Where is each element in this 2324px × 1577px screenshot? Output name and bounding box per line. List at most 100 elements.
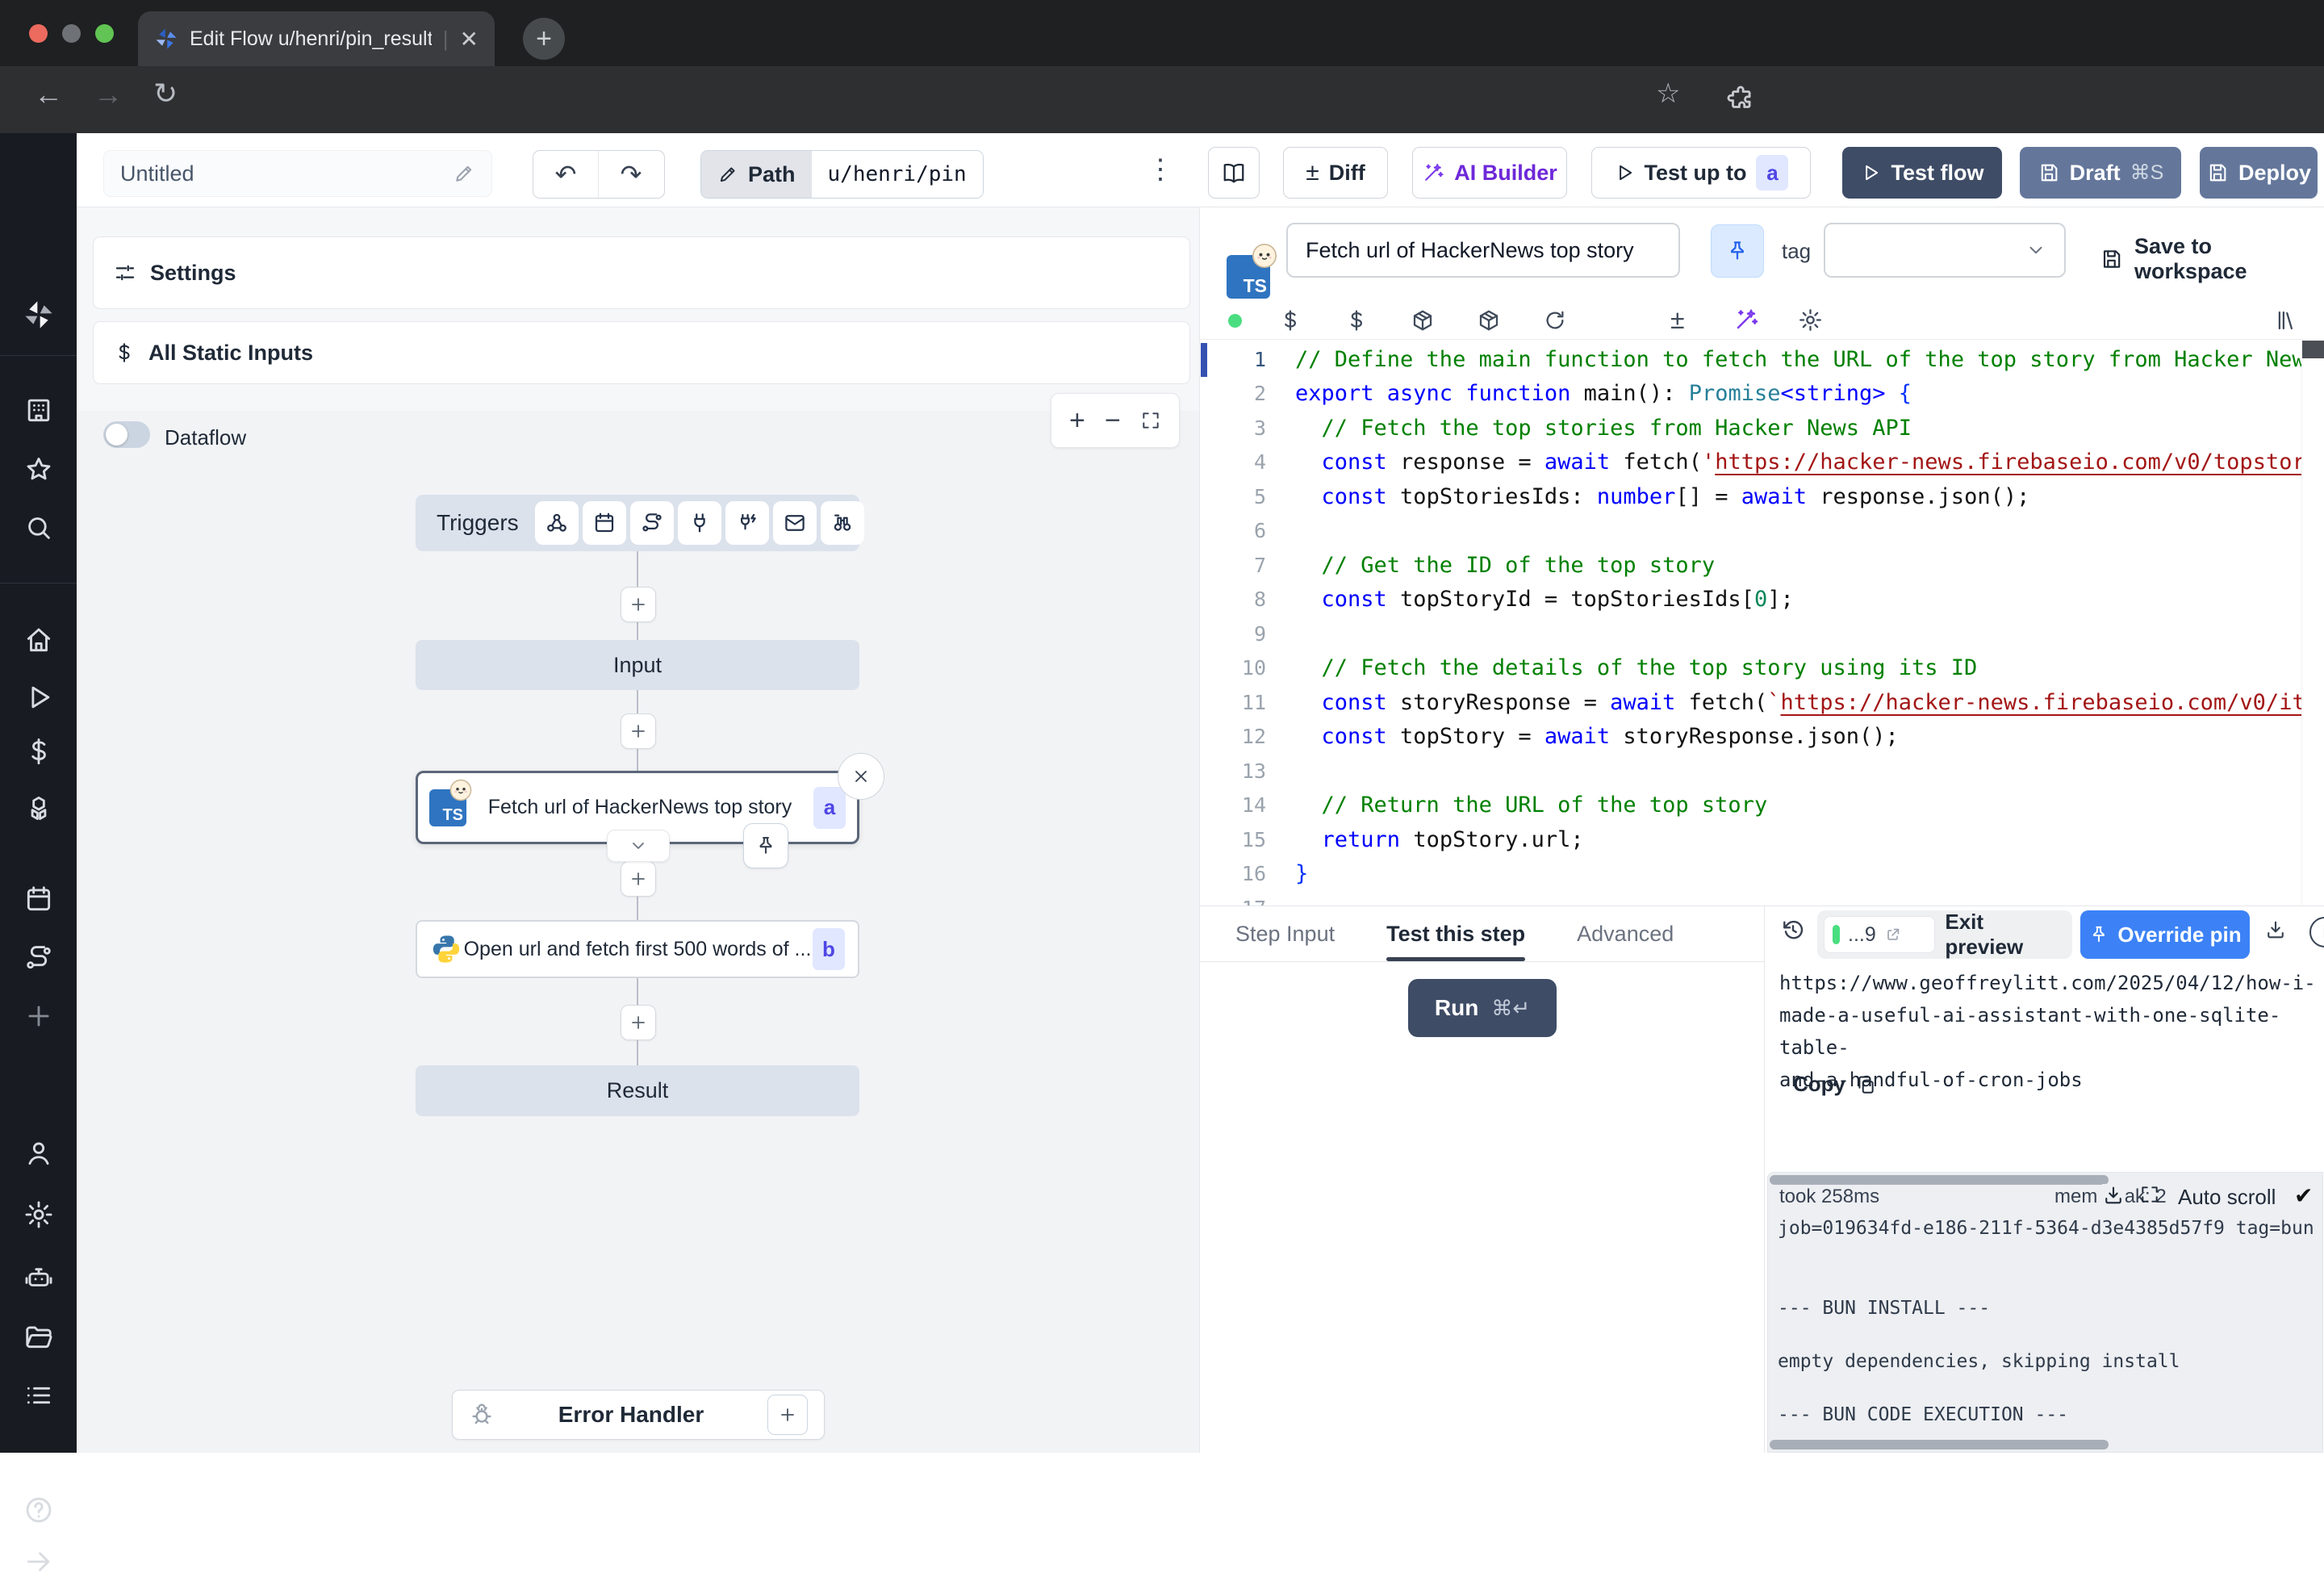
step-title-input[interactable]: Fetch url of HackerNews top story bbox=[1286, 223, 1680, 278]
expand-logs-icon[interactable] bbox=[2139, 1184, 2160, 1205]
add-step-button[interactable] bbox=[621, 587, 656, 622]
add-step-button[interactable] bbox=[621, 861, 656, 897]
schedules-calendar-icon[interactable] bbox=[23, 884, 54, 914]
test-flow-button[interactable]: Test flow bbox=[1842, 147, 2002, 199]
http-route-trigger-button[interactable] bbox=[630, 501, 674, 545]
save-to-workspace-button[interactable]: Save to workspace bbox=[2100, 234, 2324, 284]
search-icon[interactable] bbox=[23, 512, 54, 543]
websocket-trigger-button[interactable] bbox=[678, 501, 721, 545]
poll-trigger-button[interactable] bbox=[821, 501, 864, 545]
expand-sidebar-arrow-icon[interactable] bbox=[23, 1546, 54, 1577]
triggers-bar[interactable]: Triggers bbox=[416, 495, 859, 551]
browser-tab[interactable]: Edit Flow u/henri/pin_results | ✕ bbox=[138, 11, 495, 66]
test-up-to-button[interactable]: Test up to a bbox=[1591, 147, 1811, 199]
add-error-handler-button[interactable] bbox=[767, 1395, 808, 1435]
exit-preview-button[interactable]: Exit preview bbox=[1945, 910, 2066, 960]
zoom-out-icon[interactable]: − bbox=[1105, 405, 1121, 437]
draft-button[interactable]: Draft ⌘S bbox=[2020, 147, 2181, 199]
logs-list-icon[interactable] bbox=[23, 1380, 54, 1411]
ai-robot-icon[interactable] bbox=[23, 1262, 54, 1293]
external-link-icon[interactable] bbox=[1884, 926, 1902, 943]
workspace-building-icon[interactable] bbox=[23, 395, 54, 425]
redo-button[interactable]: ↷ bbox=[599, 151, 663, 198]
fit-view-icon[interactable] bbox=[1140, 410, 1161, 431]
editor-settings-gear-icon[interactable] bbox=[1798, 307, 1823, 333]
all-static-inputs-row[interactable]: All Static Inputs bbox=[93, 321, 1190, 384]
tag-select[interactable] bbox=[1824, 223, 2066, 278]
forward-icon[interactable]: → bbox=[94, 77, 123, 111]
flow-settings-row[interactable]: Settings bbox=[93, 236, 1190, 309]
add-step-button[interactable] bbox=[621, 1005, 656, 1040]
log-scrollbar-horizontal[interactable] bbox=[1770, 1440, 2109, 1449]
package-icon[interactable] bbox=[1411, 308, 1435, 333]
settings-gear-icon[interactable] bbox=[23, 1199, 54, 1230]
back-icon[interactable]: ← bbox=[34, 77, 63, 111]
pin-toggle-button[interactable] bbox=[1711, 224, 1764, 278]
dataflow-toggle[interactable] bbox=[103, 421, 150, 448]
download-icon[interactable] bbox=[2264, 918, 2287, 941]
ai-wand-icon[interactable] bbox=[1733, 307, 1759, 333]
webhook-trigger-button[interactable] bbox=[535, 501, 579, 545]
diff-button[interactable]: ± Diff bbox=[1283, 147, 1388, 199]
reload-icon[interactable]: ↻ bbox=[153, 77, 178, 111]
resources-cubes-icon[interactable] bbox=[23, 794, 54, 825]
new-tab-button[interactable]: + bbox=[523, 18, 565, 60]
zoom-in-icon[interactable]: + bbox=[1069, 405, 1085, 437]
code-editor[interactable]: 1// Define the main function to fetch th… bbox=[1200, 339, 2324, 906]
library-icon[interactable] bbox=[2274, 308, 2298, 333]
schedule-trigger-button[interactable] bbox=[583, 501, 626, 545]
window-close-button[interactable] bbox=[29, 24, 48, 43]
input-node[interactable]: Input bbox=[416, 640, 859, 690]
folders-icon[interactable] bbox=[23, 1321, 54, 1352]
add-step-button[interactable] bbox=[621, 713, 656, 749]
undo-button[interactable]: ↶ bbox=[533, 151, 599, 198]
favorites-star-icon[interactable] bbox=[23, 454, 54, 485]
auto-scroll-check-icon[interactable]: ✔ bbox=[2294, 1182, 2313, 1209]
resources-dollar-icon[interactable] bbox=[1344, 308, 1369, 333]
home-icon[interactable] bbox=[23, 625, 54, 655]
error-handler-node[interactable]: Error Handler bbox=[452, 1390, 825, 1440]
override-pin-button[interactable]: Override pin bbox=[2080, 910, 2250, 959]
users-person-icon[interactable] bbox=[23, 1138, 54, 1169]
copy-result-button[interactable]: Copy bbox=[1793, 1072, 1876, 1097]
ai-builder-button[interactable]: AI Builder bbox=[1412, 147, 1567, 199]
extensions-icon[interactable] bbox=[1725, 84, 1756, 115]
window-zoom-button[interactable] bbox=[95, 24, 114, 43]
flow-name-input[interactable]: Untitled bbox=[103, 150, 492, 197]
window-minimize-button[interactable] bbox=[62, 24, 81, 43]
path-button[interactable]: Path u/henri/pin bbox=[700, 150, 984, 199]
flow-settings-label: Settings bbox=[150, 261, 236, 286]
remove-step-button[interactable] bbox=[838, 753, 884, 800]
more-options-kebab-icon[interactable]: ⋮ bbox=[1147, 153, 1174, 186]
editor-overview-ruler[interactable] bbox=[2301, 339, 2324, 906]
package-icon[interactable] bbox=[1477, 308, 1501, 333]
log-scrollbar-horizontal[interactable] bbox=[1770, 1175, 2109, 1185]
scrollbar-thumb[interactable] bbox=[2302, 341, 2324, 358]
download-logs-icon[interactable] bbox=[2102, 1184, 2125, 1207]
event-trigger-button[interactable] bbox=[725, 501, 769, 545]
history-icon[interactable] bbox=[1780, 917, 1806, 943]
variables-dollar-icon[interactable] bbox=[1278, 308, 1302, 333]
tab-advanced[interactable]: Advanced bbox=[1577, 922, 1674, 947]
result-node[interactable]: Result bbox=[416, 1065, 859, 1116]
expand-step-chevron[interactable] bbox=[607, 830, 670, 862]
deploy-button[interactable]: Deploy bbox=[2200, 147, 2318, 199]
windmill-logo[interactable] bbox=[23, 299, 55, 331]
runs-play-icon[interactable] bbox=[23, 682, 54, 713]
email-trigger-button[interactable] bbox=[773, 501, 817, 545]
job-history-pill[interactable]: ...9 bbox=[1824, 916, 1935, 953]
reload-icon[interactable] bbox=[1543, 308, 1567, 333]
tab-step-input[interactable]: Step Input bbox=[1235, 922, 1335, 947]
variables-dollar-icon[interactable] bbox=[23, 736, 54, 767]
bookmark-star-icon[interactable]: ☆ bbox=[1656, 77, 1680, 110]
docs-book-button[interactable] bbox=[1208, 147, 1260, 199]
pinned-result-button[interactable] bbox=[743, 823, 788, 868]
tab-close-icon[interactable]: ✕ bbox=[460, 26, 479, 52]
run-button[interactable]: Run ⌘↵ bbox=[1408, 979, 1557, 1037]
step-b-node[interactable]: Open url and fetch first 500 words of ..… bbox=[416, 920, 859, 978]
routes-icon[interactable] bbox=[23, 943, 54, 973]
diff-icon[interactable]: ± bbox=[1670, 305, 1685, 335]
add-plus-icon[interactable] bbox=[23, 1001, 54, 1031]
help-icon[interactable] bbox=[23, 1495, 54, 1525]
tab-test-this-step[interactable]: Test this step bbox=[1386, 922, 1525, 947]
